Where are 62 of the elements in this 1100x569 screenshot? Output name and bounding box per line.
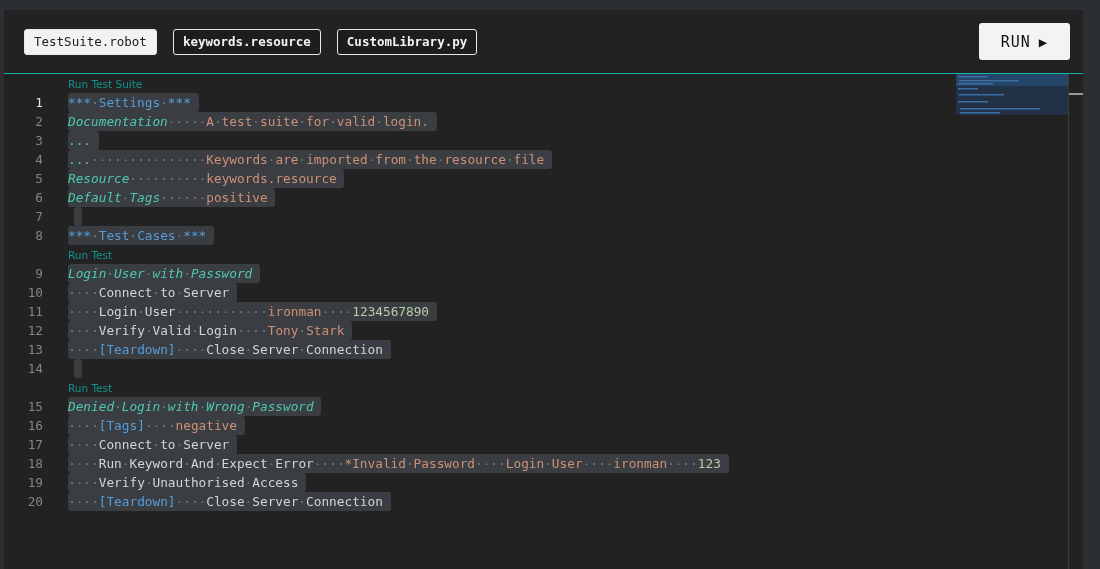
code-token: ironman	[175, 304, 322, 319]
code-token: [Tags]	[68, 418, 145, 433]
code-token: *Invalid Password	[313, 456, 476, 471]
code-token: Close Server Connection	[175, 494, 383, 509]
run-test-link[interactable]: Run Test	[68, 248, 113, 261]
play-icon: ▶	[1038, 33, 1049, 50]
code-token: Verify Valid Login	[68, 323, 237, 338]
run-test-link[interactable]: Run Test Suite	[68, 77, 143, 90]
code-token: Default Tags	[68, 190, 161, 205]
code-token: positive	[160, 190, 268, 205]
code-token: Keywords are imported from the resource file	[91, 152, 545, 167]
code-token: Resource	[68, 171, 130, 186]
run-button[interactable]: RUN ▶	[979, 23, 1070, 60]
code-token: 1234567890	[321, 304, 430, 319]
code-token: keywords.resource	[129, 171, 337, 186]
code-token: Connect to Server	[68, 285, 230, 300]
file-tab[interactable]: keywords.resource	[172, 28, 321, 55]
code-token: Tony Stark	[236, 323, 345, 338]
code-token: 123	[667, 456, 721, 471]
code-token: *** Settings ***	[68, 95, 191, 110]
run-test-link[interactable]: Run Test	[68, 381, 113, 394]
code-token: ...	[68, 152, 92, 167]
code-token: ...	[68, 133, 92, 148]
line-number: 12	[26, 323, 43, 338]
line-number: 20	[26, 494, 43, 509]
line-number: 15	[26, 399, 43, 414]
code-token: Verify Unauthorised Access	[68, 475, 299, 490]
code-token: A test suite for valid login.	[167, 114, 429, 129]
code-token: Connect to Server	[68, 437, 230, 452]
line-number: 2	[34, 114, 43, 129]
line-number: 11	[26, 304, 43, 319]
file-tab[interactable]: TestSuite.robot	[24, 28, 157, 55]
scrollbar-marker	[1069, 93, 1083, 95]
file-tab[interactable]: CustomLibrary.py	[336, 28, 478, 55]
code-token: Documentation	[68, 114, 168, 129]
line-number: 3	[34, 133, 43, 148]
line-number: 19	[26, 475, 43, 490]
line-number: 5	[34, 171, 43, 186]
code-token: Login User with Password	[68, 266, 253, 281]
code-token: [Teardown]	[68, 342, 176, 357]
line-number: 10	[26, 285, 43, 300]
code-token: Denied Login with Wrong Password	[68, 399, 314, 414]
line-number: 8	[34, 228, 43, 243]
line-number: 13	[26, 342, 43, 357]
code-token: Close Server Connection	[175, 342, 383, 357]
line-number: 7	[34, 209, 43, 224]
line-number: 9	[34, 266, 43, 281]
line-number: 17	[26, 437, 43, 452]
code-token: Run Keyword And Expect Error	[68, 456, 314, 471]
line-number: 4	[34, 152, 43, 167]
code-token: Login User	[475, 456, 583, 471]
code-token: Login User	[68, 304, 176, 319]
line-number: 14	[26, 361, 43, 376]
code-token: *** Test Cases ***	[68, 228, 207, 243]
line-number: 18	[26, 456, 43, 471]
minimap-drawing[interactable]	[956, 74, 1068, 115]
code-token: [Teardown]	[68, 494, 176, 509]
line-number: 6	[34, 190, 43, 205]
line-number: 1	[34, 95, 43, 110]
line-number: 16	[26, 418, 43, 433]
code-token: negative	[144, 418, 237, 433]
code-token: ironman	[582, 456, 668, 471]
